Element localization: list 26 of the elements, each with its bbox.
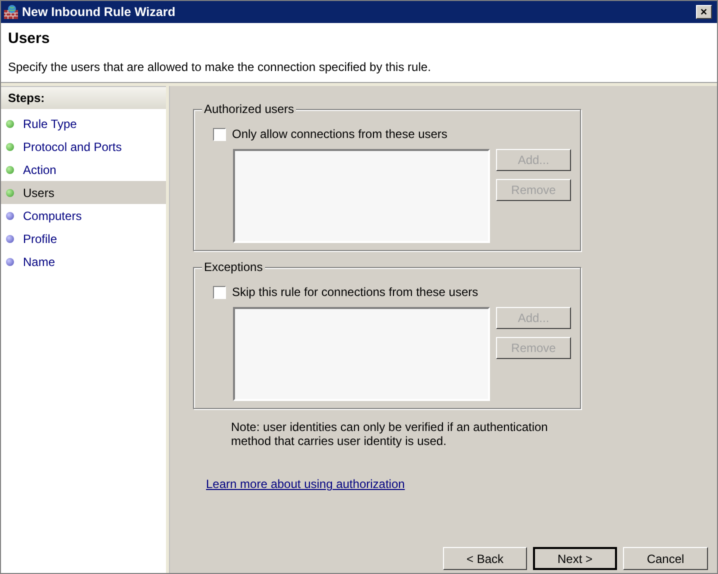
wizard-button[interactable]: Next >: [533, 547, 617, 570]
page-description: Specify the users that are allowed to make the connection specified by this rule.: [8, 59, 432, 76]
steps-heading: Steps:: [1, 87, 166, 109]
learn-more-link[interactable]: Learn more about using authorization: [206, 475, 405, 493]
checkbox-label[interactable]: Only allow connections from these users: [232, 125, 448, 143]
step-item[interactable]: Action: [1, 158, 166, 181]
step-item[interactable]: Users: [1, 181, 166, 204]
window-title: New Inbound Rule Wizard: [22, 4, 176, 21]
step-item[interactable]: Name: [1, 250, 166, 273]
step-item[interactable]: Computers: [1, 204, 166, 227]
step-item[interactable]: Profile: [1, 227, 166, 250]
checkbox-label[interactable]: Skip this rule for connections from these users: [232, 283, 478, 301]
group-title: Exceptions: [202, 260, 265, 274]
page-title: Users: [8, 30, 51, 48]
note-text: Note: user identities can only be verified if an authentication method that carries user identity is used.: [231, 420, 549, 448]
step-item[interactable]: Protocol and Ports: [1, 135, 166, 158]
step-item[interactable]: Rule Type: [1, 112, 166, 135]
close-button[interactable]: ✕: [696, 5, 712, 19]
wizard-button[interactable]: Cancel: [623, 547, 708, 570]
firewall-icon: [3, 4, 19, 20]
users-list[interactable]: [233, 307, 490, 401]
users-list[interactable]: [233, 149, 490, 243]
checkbox[interactable]: [213, 128, 226, 140]
group-title: Authorized users: [202, 102, 296, 116]
wizard-button[interactable]: < Back: [443, 547, 527, 570]
checkbox[interactable]: [213, 286, 226, 298]
